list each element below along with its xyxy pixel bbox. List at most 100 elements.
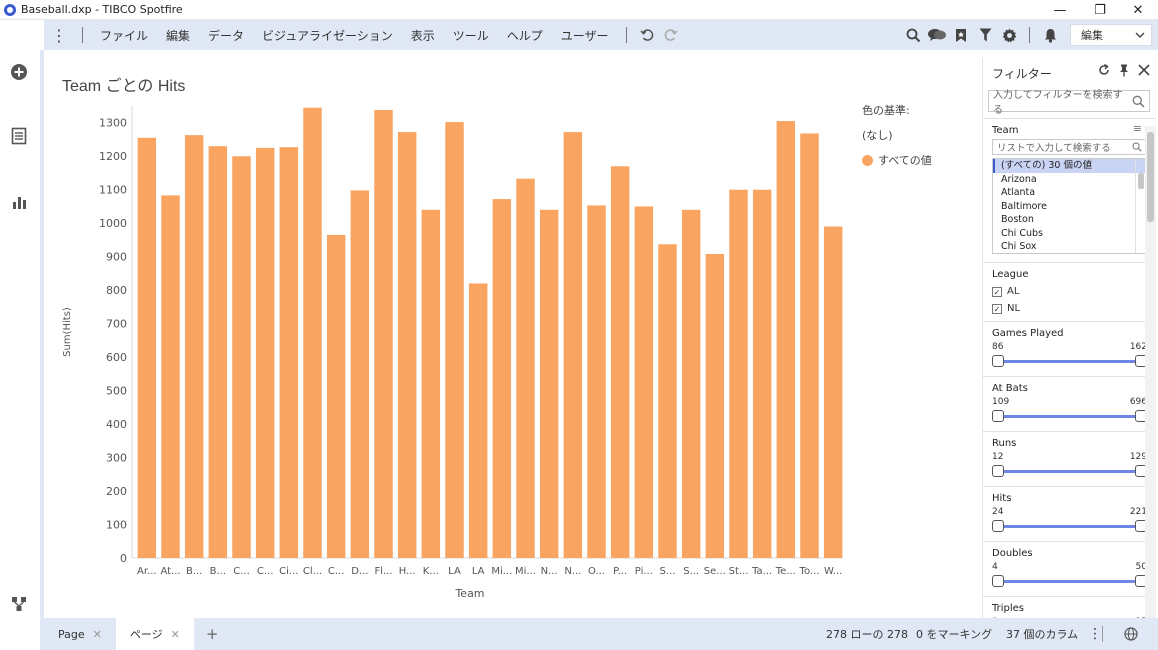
league-checkbox-al[interactable]: ✓ AL	[992, 283, 1147, 300]
bar[interactable]	[539, 209, 559, 558]
bar[interactable]	[516, 178, 535, 558]
bookmark-icon[interactable]	[949, 23, 973, 47]
bar[interactable]	[374, 110, 393, 559]
menu-tools[interactable]: ツール	[444, 27, 498, 44]
bar[interactable]	[350, 190, 370, 558]
team-list-item[interactable]: Chi Cubs	[993, 227, 1146, 241]
team-list-item[interactable]: Atlanta	[993, 186, 1146, 200]
team-list-item[interactable]: Baltimore	[993, 200, 1146, 214]
range-slider[interactable]	[992, 519, 1147, 533]
menu-data[interactable]: データ	[199, 27, 253, 44]
status-more-icon[interactable]: ⋮	[1088, 618, 1102, 650]
bar[interactable]	[232, 156, 251, 558]
legend-entry[interactable]: すべての値	[862, 152, 932, 168]
chart-legend[interactable]: 色の基準: (なし) すべての値	[862, 102, 932, 177]
bar[interactable]	[468, 283, 488, 558]
checkbox-checked-icon[interactable]: ✓	[992, 286, 1002, 297]
undo-icon[interactable]	[635, 23, 659, 47]
bar[interactable]	[161, 195, 180, 558]
page-tab[interactable]: Page ✕	[44, 618, 116, 650]
close-tab-icon[interactable]: ✕	[171, 628, 180, 641]
x-tick-label: Ta...	[751, 566, 772, 577]
visualizations-icon[interactable]	[9, 192, 29, 212]
range-slider-min-handle[interactable]	[992, 355, 1004, 367]
range-slider-min-handle[interactable]	[992, 410, 1004, 422]
bar[interactable]	[279, 147, 299, 558]
minimize-button[interactable]: —	[1040, 0, 1080, 20]
page-tab-active[interactable]: ページ ✕	[115, 618, 194, 650]
restore-button[interactable]: ❐	[1080, 0, 1120, 20]
bar[interactable]	[776, 121, 796, 559]
globe-icon[interactable]	[1124, 618, 1138, 650]
bar[interactable]	[587, 205, 606, 558]
bar[interactable]	[610, 166, 630, 558]
bar[interactable]	[823, 226, 843, 559]
filters-scrollbar[interactable]	[1145, 126, 1156, 618]
visualization-canvas[interactable]: Team ごとの Hits 0 100 200 300 400 500 600 700 800 9…	[44, 50, 980, 617]
settings-gear-icon[interactable]	[997, 23, 1021, 47]
bar[interactable]	[563, 132, 583, 559]
range-slider[interactable]	[992, 354, 1147, 368]
search-icon[interactable]	[901, 23, 925, 47]
bar[interactable]	[445, 122, 464, 559]
bar[interactable]	[303, 107, 322, 558]
filter-range: Triples017	[983, 596, 1156, 618]
more-menu-icon[interactable]: ⋮	[44, 26, 74, 45]
team-listbox[interactable]: (すべての) 30 個の値 Arizona Atlanta Baltimore …	[992, 158, 1147, 254]
team-list-search-input[interactable]: リストで入力して検索する	[992, 139, 1147, 155]
menu-help[interactable]: ヘルプ	[498, 27, 552, 44]
close-window-button[interactable]: ✕	[1118, 0, 1158, 20]
checkbox-checked-icon[interactable]: ✓	[992, 303, 1002, 314]
range-slider-min-handle[interactable]	[992, 575, 1004, 587]
y-tick-label: 500	[106, 385, 127, 398]
bar[interactable]	[137, 137, 157, 558]
bar-chart[interactable]: 0 100 200 300 400 500 600 700 800 900 1000 1100 1200…	[44, 50, 980, 617]
redo-icon[interactable]	[659, 23, 683, 47]
team-list-item[interactable]: Boston	[993, 213, 1146, 227]
menu-edit[interactable]: 編集	[157, 27, 199, 44]
bar[interactable]	[421, 209, 441, 558]
add-page-icon[interactable]: +	[206, 625, 219, 643]
close-tab-icon[interactable]: ✕	[93, 628, 102, 641]
team-list-item-all[interactable]: (すべての) 30 個の値	[993, 159, 1146, 173]
range-slider-min-handle[interactable]	[992, 465, 1004, 477]
filter-search-input[interactable]: 入力してフィルターを検索する	[988, 90, 1150, 116]
filter-icon[interactable]	[973, 23, 997, 47]
bar[interactable]	[705, 253, 725, 558]
bar[interactable]	[800, 133, 819, 558]
range-slider[interactable]	[992, 409, 1147, 423]
bar[interactable]	[397, 132, 417, 559]
menu-file[interactable]: ファイル	[91, 27, 157, 44]
bar[interactable]	[326, 234, 346, 559]
collaboration-icon[interactable]	[925, 23, 949, 47]
reset-filters-icon[interactable]	[1098, 63, 1110, 81]
range-min-value: 24	[992, 507, 1004, 517]
data-panel-icon[interactable]	[9, 126, 29, 146]
bar[interactable]	[634, 206, 654, 558]
mode-select[interactable]: 編集	[1070, 24, 1152, 46]
range-slider[interactable]	[992, 464, 1147, 478]
bar[interactable]	[492, 199, 512, 558]
filter-options-icon[interactable]: ≡	[1133, 122, 1142, 135]
menu-user[interactable]: ユーザー	[552, 27, 618, 44]
range-slider[interactable]	[992, 574, 1147, 588]
bar[interactable]	[184, 135, 204, 558]
bar[interactable]	[658, 244, 677, 559]
add-icon[interactable]	[9, 62, 29, 82]
range-slider-min-handle[interactable]	[992, 520, 1004, 532]
close-filters-icon[interactable]	[1138, 64, 1150, 81]
menu-visualization[interactable]: ビジュアライゼーション	[253, 27, 402, 44]
league-checkbox-nl[interactable]: ✓ NL	[992, 300, 1147, 317]
team-list-item[interactable]: Chi Sox	[993, 240, 1146, 254]
bar[interactable]	[681, 209, 701, 558]
notifications-bell-icon[interactable]	[1038, 23, 1062, 47]
data-flow-icon[interactable]	[9, 594, 29, 614]
bar[interactable]	[729, 189, 748, 558]
menu-view[interactable]: 表示	[402, 27, 444, 44]
pin-icon[interactable]	[1119, 64, 1129, 81]
bar[interactable]	[255, 147, 275, 558]
team-list-item[interactable]: Arizona	[993, 173, 1146, 187]
x-tick-label: C...	[257, 566, 274, 577]
bar[interactable]	[752, 189, 772, 558]
bar[interactable]	[208, 146, 228, 558]
